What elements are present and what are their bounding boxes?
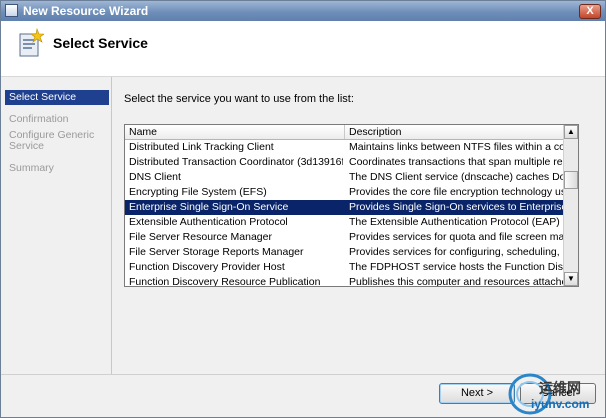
close-icon: X — [586, 5, 594, 17]
service-description: Provides services for configuring, sched… — [349, 246, 563, 258]
step-summary: Summary — [5, 163, 109, 174]
service-description: Provides services for quota and file scr… — [349, 231, 563, 243]
wizard-window: New Resource Wizard X Select Service Sel… — [0, 0, 606, 418]
step-confirmation: Confirmation — [5, 114, 109, 125]
wizard-steps-sidebar: Select Service Confirmation Configure Ge… — [1, 77, 112, 374]
service-name: Encrypting File System (EFS) — [129, 186, 267, 198]
scroll-down-button[interactable]: ▼ — [564, 272, 578, 286]
list-item[interactable]: Function Discovery Resource Publication … — [125, 275, 565, 287]
step-select-service[interactable]: Select Service — [5, 90, 109, 105]
service-description: Coordinates transactions that span multi… — [349, 156, 563, 168]
scroll-up-button[interactable]: ▲ — [564, 125, 578, 139]
step-configure-generic-service: Configure Generic Service — [5, 130, 95, 152]
arrow-up-icon: ▲ — [567, 127, 575, 136]
scrollbar-thumb[interactable] — [564, 171, 578, 189]
service-name: Distributed Link Tracking Client — [129, 141, 274, 153]
step-label: Confirmation — [9, 113, 69, 125]
window-title: New Resource Wizard — [23, 4, 149, 18]
service-list[interactable]: Name Description Distributed Link Tracki… — [124, 124, 579, 287]
watermark-url: iyunv.com — [531, 397, 590, 411]
instruction-text: Select the service you want to use from … — [124, 93, 354, 105]
wizard-content: Select the service you want to use from … — [112, 77, 605, 374]
list-rows: Distributed Link Tracking Client Maintai… — [125, 140, 565, 287]
watermark-text: 运维网 — [539, 380, 581, 396]
column-header-name[interactable]: Name — [125, 125, 345, 139]
service-name: Function Discovery Resource Publication — [129, 276, 321, 287]
service-description: Provides Single Sign-On services to Ente… — [349, 201, 563, 213]
service-name: File Server Storage Reports Manager — [129, 246, 304, 258]
list-item[interactable]: Encrypting File System (EFS) Provides th… — [125, 185, 565, 200]
wizard-header: Select Service — [1, 21, 605, 77]
service-description: Publishes this computer and resources at… — [349, 276, 563, 287]
service-wizard-icon — [19, 28, 44, 57]
service-name: Distributed Transaction Coordinator (3d1… — [129, 156, 343, 168]
list-item[interactable]: Function Discovery Provider Host The FDP… — [125, 260, 565, 275]
close-button[interactable]: X — [579, 4, 601, 19]
step-label: Summary — [9, 162, 54, 174]
step-label: Configure Generic Service — [9, 129, 95, 152]
page-title: Select Service — [53, 35, 148, 51]
service-description: The DNS Client service (dnscache) caches… — [349, 171, 563, 183]
service-description: Maintains links between NTFS files withi… — [349, 141, 563, 153]
step-label: Select Service — [9, 91, 77, 103]
list-item[interactable]: File Server Resource Manager Provides se… — [125, 230, 565, 245]
list-item[interactable]: Distributed Transaction Coordinator (3d1… — [125, 155, 565, 170]
list-item-selected[interactable]: Enterprise Single Sign-On Service Provid… — [125, 200, 565, 215]
service-name: File Server Resource Manager — [129, 231, 272, 243]
column-header-description[interactable]: Description — [345, 125, 565, 139]
arrow-down-icon: ▼ — [567, 274, 575, 283]
service-name: Function Discovery Provider Host — [129, 261, 285, 273]
list-item[interactable]: File Server Storage Reports Manager Prov… — [125, 245, 565, 260]
title-bar[interactable]: New Resource Wizard X — [1, 1, 605, 21]
list-header: Name Description — [125, 125, 565, 140]
service-name: DNS Client — [129, 171, 181, 183]
wizard-window-icon — [5, 4, 18, 17]
service-name: Extensible Authentication Protocol — [129, 216, 288, 228]
service-description: The FDPHOST service hosts the Function D… — [349, 261, 563, 273]
list-item[interactable]: Extensible Authentication Protocol The E… — [125, 215, 565, 230]
service-name: Enterprise Single Sign-On Service — [129, 201, 289, 213]
list-item[interactable]: Distributed Link Tracking Client Maintai… — [125, 140, 565, 155]
service-description: The Extensible Authentication Protocol (… — [349, 216, 563, 228]
vertical-scrollbar[interactable]: ▲ ▼ — [563, 125, 578, 286]
service-description: Provides the core file encryption techno… — [349, 186, 563, 198]
list-item[interactable]: DNS Client The DNS Client service (dnsca… — [125, 170, 565, 185]
